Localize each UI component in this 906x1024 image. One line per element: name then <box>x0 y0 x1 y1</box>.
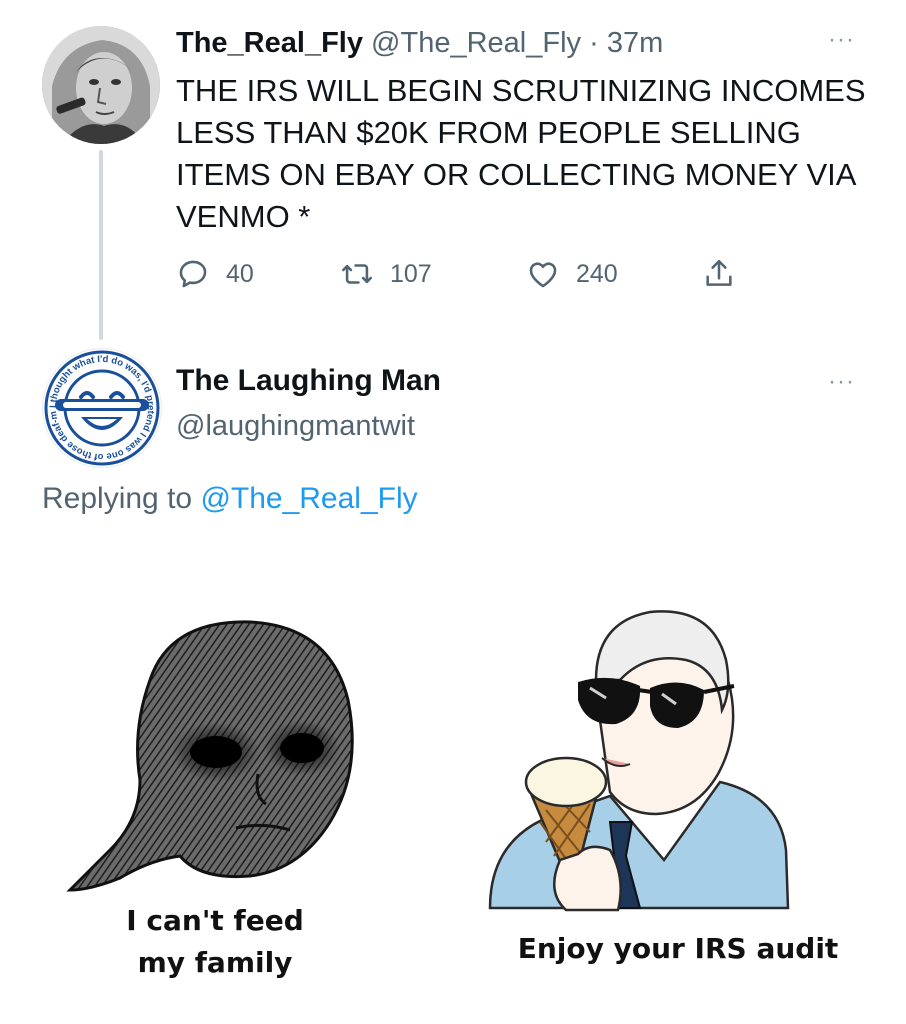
share-icon <box>706 259 732 286</box>
tweet1-time[interactable]: 37m <box>607 27 663 59</box>
heart-icon <box>529 262 557 288</box>
meme-right-panel: Enjoy your IRS audit <box>450 560 906 1024</box>
meme-left-caption: I can't feed my family <box>80 900 350 984</box>
tweet2-more-options-button[interactable]: ··· <box>828 368 855 396</box>
meme-right-caption: Enjoy your IRS audit <box>517 932 839 965</box>
replying-to-line: Replying to @The_Real_Fly <box>42 482 418 516</box>
replying-prefix: Replying to <box>42 482 193 515</box>
avatar-laughing-man[interactable]: I thought what I'd do was, I'd pretend I… <box>40 341 162 468</box>
retweet-icon <box>341 264 373 284</box>
share-button[interactable] <box>702 252 736 296</box>
tweet1-more-options-button[interactable]: ··· <box>828 26 855 54</box>
tweet1-action-bar: 40 107 240 <box>176 252 796 296</box>
laughing-man-logo-icon: I thought what I'd do was, I'd pretend I… <box>40 341 160 466</box>
meme-left-caption-line2: my family <box>137 946 293 979</box>
tweet2-handle[interactable]: @laughingmantwit <box>176 410 415 443</box>
thread-connector-line <box>99 150 103 340</box>
tweet1-separator: · <box>589 27 599 59</box>
meme-left-panel: I can't feed my family <box>0 560 440 1024</box>
tweet1-display-name[interactable]: The_Real_Fly <box>176 27 363 59</box>
avatar-the-real-fly[interactable] <box>42 26 160 144</box>
tweet2-display-name[interactable]: The Laughing Man <box>176 364 441 398</box>
like-button[interactable]: 240 <box>526 252 618 296</box>
meme-image[interactable]: I can't feed my family Enjoy your IRS au… <box>0 560 906 1024</box>
retweet-button[interactable]: 107 <box>340 252 432 296</box>
tweet1-text: THE IRS WILL BEGIN SCRUTINIZING INCOMES … <box>176 73 866 234</box>
meme-left-caption-line1: I can't feed <box>126 904 304 937</box>
reply-count: 40 <box>226 259 254 288</box>
reply-button[interactable]: 40 <box>176 252 254 296</box>
like-count: 240 <box>576 259 618 288</box>
biden-ice-cream-illustration <box>488 610 790 912</box>
tweet1-header: The_Real_Fly @The_Real_Fly · 37m <box>176 26 663 60</box>
replying-to-link[interactable]: @The_Real_Fly <box>200 482 417 515</box>
retweet-count: 107 <box>390 259 432 288</box>
wojak-crying-illustration <box>66 620 354 892</box>
avatar-portrait-image <box>42 26 160 144</box>
tweet1-handle[interactable]: @The_Real_Fly <box>371 27 581 59</box>
reply-icon <box>179 260 207 288</box>
